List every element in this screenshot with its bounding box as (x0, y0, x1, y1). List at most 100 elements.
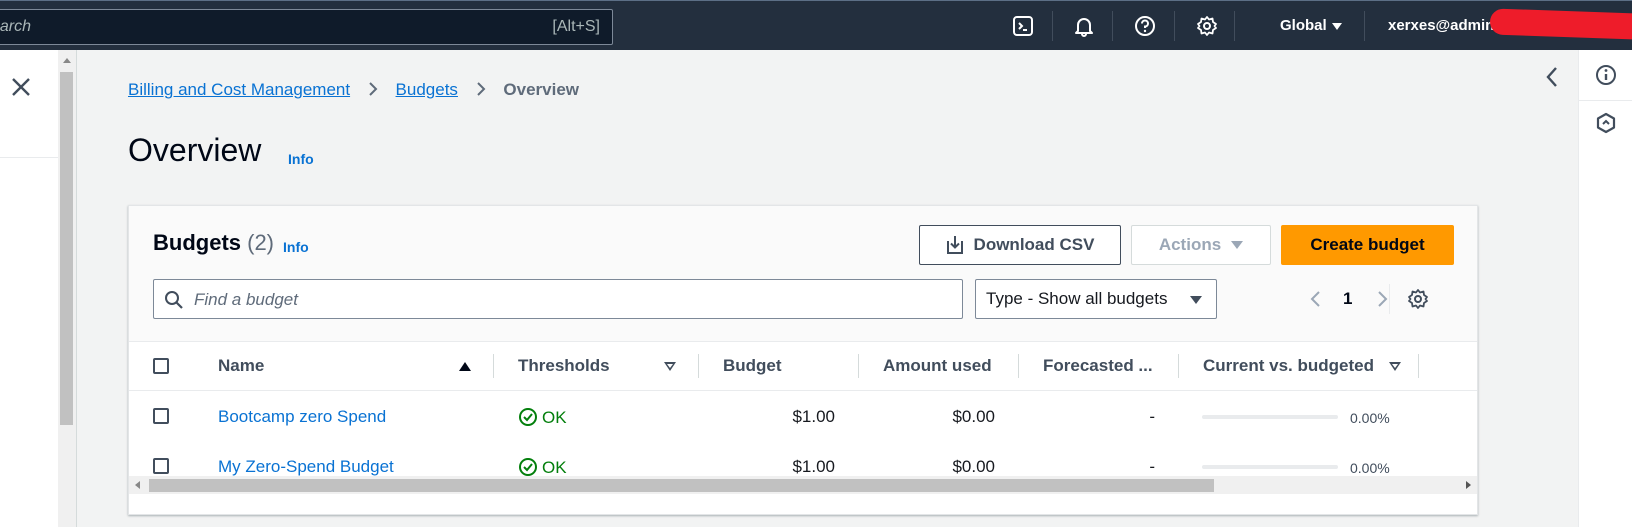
download-csv-label: Download CSV (973, 235, 1095, 254)
row-checkbox[interactable] (153, 408, 169, 424)
nav-divider (1364, 11, 1365, 41)
table-header-row: Name Thresholds Budget Amount used Forec… (129, 342, 1477, 391)
column-header-amount-used[interactable]: Amount used (883, 356, 992, 376)
scroll-right-arrow-icon[interactable] (1466, 481, 1471, 489)
help-icon[interactable] (1134, 15, 1156, 37)
column-header-current-vs-budgeted[interactable]: Current vs. budgeted (1203, 356, 1374, 376)
chevron-right-icon[interactable] (1377, 290, 1389, 308)
success-check-icon (519, 408, 537, 426)
chevron-left-icon[interactable] (1309, 290, 1321, 308)
current-page-number[interactable]: 1 (1343, 289, 1352, 309)
gear-icon[interactable] (1196, 15, 1218, 37)
search-icon (165, 291, 183, 309)
region-label: Global (1280, 17, 1327, 34)
amount-used: $0.00 (952, 407, 995, 426)
budgets-heading: Budgets (2) (153, 230, 274, 256)
find-budget-filter[interactable] (153, 279, 963, 319)
table-preferences-gear-icon[interactable] (1407, 288, 1429, 310)
panel-divider (0, 157, 58, 158)
column-divider[interactable] (858, 354, 859, 378)
row-checkbox[interactable] (153, 458, 169, 474)
threshold-status-label: OK (542, 458, 567, 477)
cloudshell-icon[interactable] (1012, 15, 1034, 37)
region-selector[interactable]: Global (1280, 17, 1342, 34)
forecasted-amount: - (1149, 407, 1155, 426)
budget-amount: $1.00 (792, 407, 835, 426)
type-filter-value: Type - Show all budgets (986, 289, 1168, 308)
download-csv-button[interactable]: Download CSV (919, 225, 1121, 265)
create-budget-button[interactable]: Create budget (1281, 225, 1454, 265)
scrollbar-thumb[interactable] (60, 72, 73, 425)
page-title: Overview (128, 132, 262, 168)
table-header-area: Budgets (2) Info Download CSV Actions Cr… (129, 206, 1477, 342)
column-divider[interactable] (1418, 354, 1419, 378)
actions-dropdown-button[interactable]: Actions (1131, 225, 1271, 265)
column-divider[interactable] (1018, 354, 1019, 378)
threshold-status-label: OK (542, 408, 567, 427)
usage-progress-bar (1202, 465, 1338, 469)
account-menu[interactable]: xerxes@admin (1388, 17, 1494, 34)
download-icon (946, 236, 963, 254)
column-divider[interactable] (698, 354, 699, 378)
pagination: 1 (1299, 279, 1419, 319)
nav-divider (1234, 11, 1235, 41)
chevron-left-icon[interactable] (1544, 64, 1560, 90)
breadcrumb-current: Overview (503, 80, 580, 99)
info-link[interactable]: Info (288, 151, 314, 167)
caret-down-icon (1190, 296, 1202, 304)
current-vs-budgeted-percent: 0.00% (1350, 410, 1390, 426)
horizontal-scrollbar-thumb[interactable] (149, 479, 1214, 492)
bell-icon[interactable] (1073, 15, 1095, 37)
budgets-table-container: Budgets (2) Info Download CSV Actions Cr… (128, 205, 1478, 515)
side-navigation-panel (0, 50, 58, 527)
search-shortcut-hint: [Alt+S] (552, 18, 600, 35)
sort-icon[interactable] (664, 362, 676, 371)
table-row: Bootcamp zero Spend OK $1.00 $0.00 - 0.0… (129, 391, 1477, 442)
budget-name-link[interactable]: My Zero-Spend Budget (218, 457, 394, 477)
budget-amount: $1.00 (792, 457, 835, 476)
tools-divider (1579, 100, 1632, 101)
top-navigation: earch [Alt+S] Global xerxes@admin (0, 0, 1632, 50)
hexagon-icon[interactable] (1595, 112, 1617, 134)
budgets-info-link[interactable]: Info (283, 239, 309, 255)
column-header-name[interactable]: Name (218, 356, 264, 376)
breadcrumb-billing[interactable]: Billing and Cost Management (128, 80, 350, 99)
sort-icon[interactable] (1389, 362, 1401, 371)
tools-panel (1578, 50, 1632, 527)
search-placeholder: earch (0, 18, 32, 35)
column-header-budget[interactable]: Budget (723, 356, 782, 376)
threshold-status: OK (518, 457, 567, 478)
amount-used: $0.00 (952, 457, 995, 476)
chevron-right-icon (476, 82, 486, 96)
threshold-status: OK (518, 407, 567, 428)
caret-down-icon (1331, 22, 1342, 30)
nav-divider (1052, 11, 1053, 41)
sort-ascending-icon[interactable] (459, 362, 471, 371)
budgets-count: (2) (247, 230, 275, 255)
scroll-up-arrow-icon[interactable] (63, 58, 71, 63)
forecasted-amount: - (1149, 457, 1155, 476)
column-header-forecasted[interactable]: Forecasted ... (1043, 356, 1153, 376)
vertical-scrollbar[interactable] (58, 50, 77, 527)
find-budget-input[interactable] (192, 286, 956, 314)
nav-divider (1112, 11, 1113, 41)
breadcrumb: Billing and Cost Management Budgets Over… (128, 80, 579, 100)
select-all-checkbox[interactable] (153, 358, 169, 374)
global-search-input[interactable]: earch [Alt+S] (0, 9, 613, 45)
type-filter-select[interactable]: Type - Show all budgets (975, 279, 1217, 319)
scroll-left-arrow-icon[interactable] (135, 481, 140, 489)
budgets-title: Budgets (153, 230, 241, 255)
caret-down-icon (1231, 241, 1244, 249)
breadcrumb-budgets[interactable]: Budgets (396, 80, 458, 99)
close-icon[interactable] (10, 76, 32, 98)
info-icon[interactable] (1595, 64, 1617, 86)
horizontal-scrollbar[interactable] (129, 476, 1477, 494)
pagination-divider (1389, 284, 1390, 314)
success-check-icon (519, 458, 537, 476)
actions-label: Actions (1158, 235, 1222, 254)
current-vs-budgeted-percent: 0.00% (1350, 460, 1390, 476)
budget-name-link[interactable]: Bootcamp zero Spend (218, 407, 386, 427)
column-header-thresholds[interactable]: Thresholds (518, 356, 610, 376)
column-divider[interactable] (493, 354, 494, 378)
column-divider[interactable] (1178, 354, 1179, 378)
